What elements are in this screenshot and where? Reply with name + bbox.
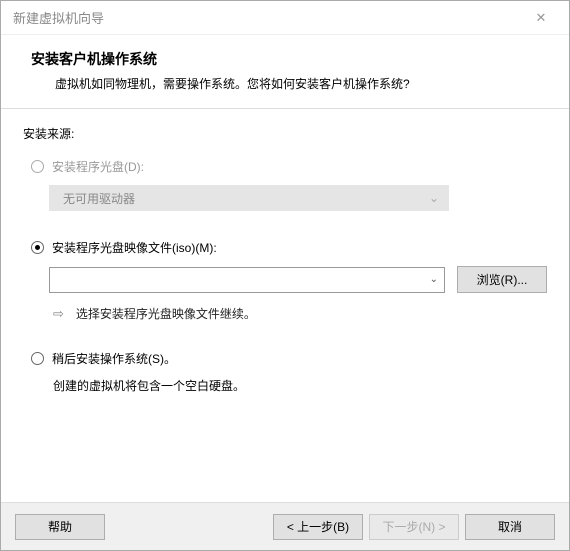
window-title: 新建虚拟机向导 (13, 8, 521, 27)
cancel-button[interactable]: 取消 (465, 514, 555, 540)
titlebar: 新建虚拟机向导 ✕ (1, 1, 569, 35)
radio-later-row[interactable]: 稍后安装操作系统(S)。 (31, 350, 547, 367)
help-button[interactable]: 帮助 (15, 514, 105, 540)
footer: 帮助 < 上一步(B) 下一步(N) > 取消 (1, 502, 569, 550)
radio-disc-row[interactable]: 安装程序光盘(D): (31, 158, 547, 175)
radio-icon (31, 241, 44, 254)
disc-dropdown[interactable]: 无可用驱动器 ⌄ (49, 185, 449, 211)
iso-hint: ⇨ 选择安装程序光盘映像文件继续。 (53, 305, 547, 322)
next-button: 下一步(N) > (369, 514, 459, 540)
iso-path-input[interactable]: ⌄ (49, 267, 445, 293)
radio-iso-label: 安装程序光盘映像文件(iso)(M): (52, 239, 217, 256)
close-icon[interactable]: ✕ (521, 10, 561, 26)
chevron-down-icon: ⌄ (430, 274, 438, 285)
back-button[interactable]: < 上一步(B) (273, 514, 363, 540)
header-subtitle: 虚拟机如同物理机，需要操作系统。您将如何安装客户机操作系统? (31, 75, 549, 92)
iso-hint-text: 选择安装程序光盘映像文件继续。 (76, 305, 256, 322)
radio-later-label: 稍后安装操作系统(S)。 (52, 350, 176, 367)
content-area: 安装来源: 安装程序光盘(D): 无可用驱动器 ⌄ 安装程序光盘映像文件(iso… (1, 109, 569, 502)
radio-iso-row[interactable]: 安装程序光盘映像文件(iso)(M): (31, 239, 547, 256)
chevron-down-icon: ⌄ (429, 191, 439, 205)
option-disc: 安装程序光盘(D): 无可用驱动器 ⌄ (23, 158, 547, 211)
header-title: 安装客户机操作系统 (31, 49, 549, 69)
option-iso: 安装程序光盘映像文件(iso)(M): ⌄ 浏览(R)... ⇨ 选择安装程序光… (23, 239, 547, 322)
radio-disc-label: 安装程序光盘(D): (52, 158, 144, 175)
disc-dropdown-value: 无可用驱动器 (63, 190, 135, 207)
source-label: 安装来源: (23, 125, 547, 142)
later-subtext: 创建的虚拟机将包含一个空白硬盘。 (53, 377, 547, 394)
radio-icon (31, 352, 44, 365)
arrow-right-icon: ⇨ (53, 306, 64, 322)
browse-button[interactable]: 浏览(R)... (457, 266, 547, 293)
option-later: 稍后安装操作系统(S)。 创建的虚拟机将包含一个空白硬盘。 (23, 350, 547, 394)
radio-icon (31, 160, 44, 173)
wizard-header: 安装客户机操作系统 虚拟机如同物理机，需要操作系统。您将如何安装客户机操作系统? (1, 35, 569, 109)
